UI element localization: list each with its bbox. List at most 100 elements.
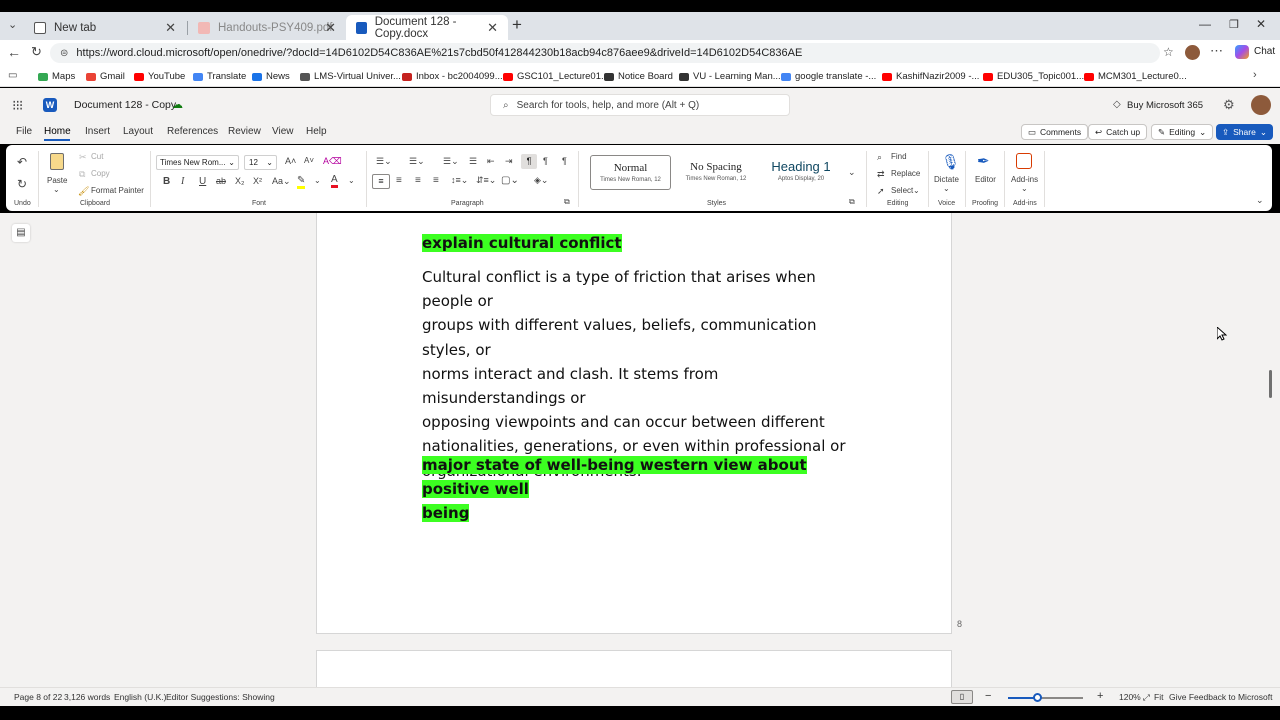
- font-color-icon[interactable]: A: [331, 175, 338, 188]
- favorites-icon[interactable]: ☆: [1163, 45, 1174, 59]
- align-right-icon[interactable]: ≡: [415, 175, 421, 186]
- bookmark-translate[interactable]: Translate: [193, 71, 246, 82]
- zoom-percent[interactable]: 120%: [1119, 692, 1141, 702]
- cut-button[interactable]: Cut: [91, 152, 103, 161]
- editor-suggestions-status[interactable]: Editor Suggestions: Showing: [166, 692, 275, 702]
- dictate-button[interactable]: Dictate: [934, 175, 959, 184]
- document-title[interactable]: Document 128 - Copy: [74, 99, 176, 111]
- language-status[interactable]: English (U.K.): [114, 692, 166, 702]
- chevron-down-icon[interactable]: ⌄: [943, 184, 950, 193]
- bookmark-notice-board[interactable]: Notice Board: [604, 71, 673, 82]
- more-icon[interactable]: ⋯: [1210, 43, 1223, 59]
- editing-mode-button[interactable]: ✎ Editing ⌄: [1151, 124, 1214, 140]
- more-bookmarks-icon[interactable]: ›: [1253, 69, 1257, 81]
- profile-avatar[interactable]: [1185, 45, 1200, 60]
- tab-home[interactable]: Home: [44, 126, 71, 137]
- ribbon-collapse-icon[interactable]: ⌄: [1256, 195, 1264, 206]
- paragraph-spacing-icon[interactable]: ⇵≡⌄: [476, 175, 496, 186]
- chevron-down-icon[interactable]: ⌄: [348, 176, 355, 185]
- share-button[interactable]: ⇪ Share ⌄: [1216, 124, 1273, 140]
- tab-document[interactable]: Document 128 - Copy.docx ✕: [346, 15, 508, 40]
- word-count[interactable]: 3,126 words: [64, 692, 110, 702]
- show-marks-icon[interactable]: ¶: [562, 156, 567, 166]
- comments-button[interactable]: ▭ Comments: [1021, 124, 1089, 140]
- justify-icon[interactable]: ≡: [433, 175, 439, 186]
- bookmark-gsc101[interactable]: GSC101_Lecture01...: [503, 71, 609, 82]
- align-center-icon[interactable]: ≡: [396, 175, 402, 186]
- font-name-dropdown[interactable]: Times New Rom... ⌄: [156, 155, 239, 170]
- new-tab-button[interactable]: +: [512, 15, 522, 35]
- highlight-color-icon[interactable]: ✎: [297, 176, 306, 189]
- line-spacing-icon[interactable]: ↕≡⌄: [451, 175, 468, 186]
- fit-button[interactable]: Fit: [1154, 692, 1163, 702]
- rtl-direction-icon[interactable]: ¶: [543, 156, 548, 166]
- styles-settings-icon[interactable]: ⧉: [849, 197, 855, 207]
- site-info-icon[interactable]: ⊜: [60, 48, 68, 59]
- zoom-slider-thumb[interactable]: [1033, 693, 1042, 702]
- print-layout-icon[interactable]: ▯: [951, 690, 973, 704]
- superscript-icon[interactable]: X²: [253, 176, 262, 186]
- ltr-direction-icon[interactable]: ¶: [521, 154, 537, 169]
- bookmark-vu-learning[interactable]: VU - Learning Man...: [679, 71, 781, 82]
- decrease-indent-icon[interactable]: ⇤: [487, 156, 495, 167]
- chevron-down-icon[interactable]: ⌄: [1021, 184, 1028, 193]
- catch-up-button[interactable]: ↩ Catch up: [1088, 124, 1148, 140]
- bookmark-gmail[interactable]: Gmail: [86, 71, 125, 82]
- copy-button[interactable]: Copy: [91, 169, 110, 178]
- editor-button[interactable]: Editor: [975, 175, 996, 184]
- increase-indent-icon[interactable]: ⇥: [505, 156, 513, 167]
- paste-icon[interactable]: [50, 153, 64, 170]
- restore-icon[interactable]: ❐: [1229, 18, 1239, 31]
- undo-icon[interactable]: ↶: [17, 155, 27, 169]
- tab-list-icon[interactable]: ⌄: [8, 18, 17, 31]
- chevron-down-icon[interactable]: ⌄: [913, 186, 920, 195]
- strikethrough-icon[interactable]: ab: [216, 176, 226, 186]
- subscript-icon[interactable]: X₂: [235, 176, 245, 186]
- reload-icon[interactable]: ↻: [31, 44, 42, 60]
- checklist-icon[interactable]: ☰: [469, 156, 477, 167]
- font-size-dropdown[interactable]: 12 ⌄: [244, 155, 277, 170]
- close-icon[interactable]: ✕: [325, 20, 336, 36]
- bookmark-mcm301[interactable]: MCM301_Lecture0...: [1084, 71, 1187, 82]
- chevron-down-icon[interactable]: ⌄: [314, 176, 321, 185]
- style-normal[interactable]: Normal Times New Roman, 12: [590, 155, 671, 190]
- paste-button[interactable]: Paste: [47, 176, 67, 185]
- paragraph-settings-icon[interactable]: ⧉: [564, 197, 570, 207]
- tab-help[interactable]: Help: [306, 126, 327, 137]
- back-icon[interactable]: ←: [7, 44, 21, 60]
- shrink-font-icon[interactable]: A˅: [304, 156, 314, 165]
- app-launcher-icon[interactable]: ⁝⁝⁝: [12, 97, 23, 114]
- settings-gear-icon[interactable]: ⚙: [1223, 97, 1235, 113]
- tab-new-tab[interactable]: New tab ✕: [24, 15, 186, 40]
- italic-icon[interactable]: I: [181, 176, 184, 187]
- bookmark-news[interactable]: News: [252, 71, 290, 82]
- tab-insert[interactable]: Insert: [85, 126, 110, 137]
- numbering-icon[interactable]: ☰⌄: [409, 156, 425, 167]
- chevron-down-icon[interactable]: ⌄: [53, 185, 60, 194]
- user-avatar[interactable]: [1251, 95, 1271, 115]
- tab-view[interactable]: View: [272, 126, 294, 137]
- reading-view-icon[interactable]: ▭: [8, 70, 17, 81]
- change-case-icon[interactable]: Aa⌄: [272, 176, 291, 187]
- bookmark-lms[interactable]: LMS-Virtual Univer...: [300, 71, 401, 82]
- add-ins-icon[interactable]: [1016, 153, 1032, 169]
- clear-formatting-icon[interactable]: A⌫: [323, 156, 342, 167]
- microphone-icon[interactable]: 🎙: [941, 153, 960, 171]
- tab-references[interactable]: References: [167, 126, 218, 137]
- zoom-in-icon[interactable]: +: [1097, 690, 1103, 702]
- replace-button[interactable]: Replace: [891, 169, 920, 178]
- zoom-slider[interactable]: [1008, 693, 1083, 702]
- tab-file[interactable]: File: [16, 126, 32, 137]
- find-button[interactable]: Find: [891, 152, 907, 161]
- navigation-pane-icon[interactable]: ▤: [12, 224, 30, 242]
- tab-review[interactable]: Review: [228, 126, 261, 137]
- page-count[interactable]: Page 8 of 22: [14, 692, 62, 702]
- redo-icon[interactable]: ↻: [17, 177, 27, 191]
- select-button[interactable]: Select: [891, 186, 913, 195]
- add-ins-button[interactable]: Add-ins: [1011, 175, 1038, 184]
- shading-icon[interactable]: ◈⌄: [534, 175, 548, 186]
- align-left-icon[interactable]: ≡: [372, 174, 390, 189]
- tools-search-input[interactable]: ⌕ Search for tools, help, and more (Alt …: [490, 94, 790, 116]
- copilot-icon[interactable]: [1235, 45, 1249, 59]
- tab-layout[interactable]: Layout: [123, 126, 153, 137]
